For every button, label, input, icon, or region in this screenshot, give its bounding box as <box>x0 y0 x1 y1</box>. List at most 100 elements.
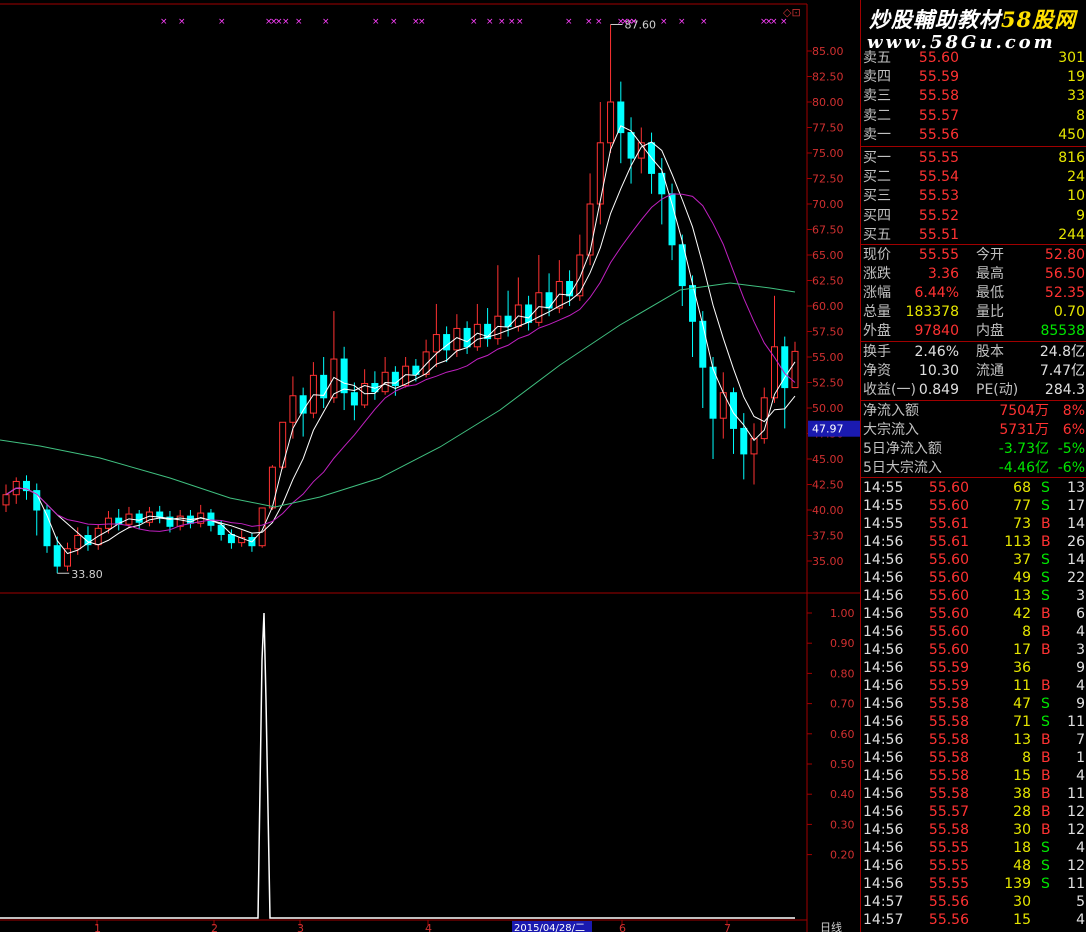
date-label: 2015/04/28/二 <box>514 923 585 932</box>
tick-side: B <box>1041 786 1051 802</box>
tick-time: 14:57 <box>863 912 904 928</box>
date-tick-label: 2 <box>211 922 218 932</box>
tick-row[interactable]: 14:56 55.58 13 B 7 <box>861 731 1086 750</box>
indicator-label: 0.60 <box>830 728 855 741</box>
tick-count: 7 <box>1076 732 1085 748</box>
tick-row[interactable]: 14:55 55.61 73 B 14 <box>861 515 1086 534</box>
tick-row[interactable]: 14:56 55.58 38 B 11 <box>861 785 1086 804</box>
tick-row[interactable]: 14:57 55.56 15 4 <box>861 911 1086 930</box>
flow-row[interactable]: 5日净流入额 -3.73亿 -5% <box>861 440 1086 459</box>
tick-row[interactable]: 14:56 55.57 28 B 12 <box>861 803 1086 822</box>
tick-row[interactable]: 14:56 55.59 36 9 <box>861 659 1086 678</box>
tick-row[interactable]: 14:56 55.60 49 S 22 <box>861 569 1086 588</box>
price-label: 40.00 <box>812 504 844 517</box>
tick-row[interactable]: 14:56 55.60 8 B 4 <box>861 623 1086 642</box>
flow-row[interactable]: 大宗流入 5731万 6% <box>861 421 1086 440</box>
current-price-tag: 47.97 <box>812 423 844 436</box>
candle-body <box>596 142 604 205</box>
tick-row[interactable]: 14:56 55.55 48 S 12 <box>861 857 1086 876</box>
flow-row[interactable]: 净流入额 7504万 8% <box>861 402 1086 421</box>
indicator-label: 0.90 <box>830 637 855 650</box>
tick-time: 14:56 <box>863 858 904 874</box>
tick-row[interactable]: 14:56 55.60 37 S 14 <box>861 551 1086 570</box>
quote-row[interactable]: 现价 55.55 今开 52.80 <box>861 246 1086 265</box>
sell-order-row[interactable]: 卖五 55.60 301 <box>861 49 1086 68</box>
order-volume: 19 <box>1067 69 1085 86</box>
order-price: 55.51 <box>918 226 959 243</box>
signal-mark: × <box>780 17 788 27</box>
tick-volume: 30 <box>1013 894 1031 910</box>
tick-time: 14:56 <box>863 624 904 640</box>
stat-row[interactable]: 收益(一) 0.849 PE(动) 284.3 <box>861 381 1086 400</box>
tick-price: 55.60 <box>928 480 969 496</box>
sell-order-row[interactable]: 卖三 55.58 33 <box>861 87 1086 106</box>
tick-side: S <box>1041 840 1050 856</box>
tick-row[interactable]: 14:56 55.58 30 B 12 <box>861 821 1086 840</box>
tick-row[interactable]: 14:57 55.56 30 5 <box>861 893 1086 912</box>
tick-volume: 42 <box>1013 606 1031 622</box>
price-label: 77.50 <box>812 122 844 135</box>
tick-row[interactable]: 14:56 55.55 139 S 11 <box>861 875 1086 894</box>
tick-price: 55.60 <box>928 552 969 568</box>
tick-price: 55.56 <box>928 912 969 928</box>
tick-row[interactable]: 14:56 55.61 113 B 26 <box>861 533 1086 552</box>
tick-count: 3 <box>1076 642 1085 658</box>
tick-count: 12 <box>1067 822 1085 838</box>
order-label: 买二 <box>863 169 891 186</box>
tick-row[interactable]: 14:56 55.58 15 B 4 <box>861 767 1086 786</box>
tick-time: 14:56 <box>863 822 904 838</box>
quote-row[interactable]: 涨幅 6.44% 最低 52.35 <box>861 284 1086 303</box>
tick-row[interactable]: 14:56 55.60 17 B 3 <box>861 641 1086 660</box>
flow-row[interactable]: 5日大宗流入 -4.46亿 -6% <box>861 459 1086 478</box>
tick-volume: 13 <box>1013 732 1031 748</box>
signal-mark: × <box>486 17 494 27</box>
candle-body <box>53 545 61 567</box>
tick-row[interactable]: 14:56 55.58 71 S 11 <box>861 713 1086 732</box>
sell-order-row[interactable]: 卖二 55.57 8 <box>861 107 1086 126</box>
flow-pct: -6% <box>1057 460 1085 476</box>
buy-order-row[interactable]: 买四 55.52 9 <box>861 207 1086 226</box>
buy-order-row[interactable]: 买三 55.53 10 <box>861 187 1086 206</box>
tick-volume: 36 <box>1013 660 1031 676</box>
kline-chart[interactable]: 85.00 82.50 80.00 77.50 75.00 72.50 70.00 67.50… <box>0 0 860 932</box>
quote-value: 6.44% <box>914 285 959 301</box>
ma5-line <box>5 125 796 555</box>
tick-row[interactable]: 14:56 55.55 18 S 4 <box>861 839 1086 858</box>
stat-row[interactable]: 换手 2.46% 股本 24.8亿 <box>861 343 1086 362</box>
indicator-label: 0.30 <box>830 818 855 831</box>
tick-price: 55.61 <box>928 516 969 532</box>
tick-volume: 77 <box>1013 498 1031 514</box>
ma60-line <box>0 282 796 508</box>
indicator-line <box>0 612 795 919</box>
buy-order-row[interactable]: 买一 55.55 816 <box>861 149 1086 168</box>
candle-body <box>309 374 317 414</box>
tick-row[interactable]: 14:56 55.60 42 B 6 <box>861 605 1086 624</box>
price-label: 37.50 <box>812 530 844 543</box>
ma10-line <box>5 141 796 546</box>
signal-mark: × <box>678 17 686 27</box>
tick-row[interactable]: 14:55 55.60 77 S 17 <box>861 497 1086 516</box>
quote-row[interactable]: 总量 183378 量比 0.70 <box>861 303 1086 322</box>
panel-separator <box>861 146 1086 147</box>
buy-order-row[interactable]: 买二 55.54 24 <box>861 168 1086 187</box>
kline-chart-area[interactable]: 85.00 82.50 80.00 77.50 75.00 72.50 70.00 67.50… <box>0 0 860 932</box>
tick-row[interactable]: 14:56 55.59 11 B 4 <box>861 677 1086 696</box>
sell-order-row[interactable]: 卖四 55.59 19 <box>861 68 1086 87</box>
tick-row[interactable]: 14:56 55.58 47 S 9 <box>861 695 1086 714</box>
watermark-text-a: 炒股輔助教材 <box>869 7 1001 32</box>
tick-row[interactable]: 14:56 55.60 13 S 3 <box>861 587 1086 606</box>
quote-row[interactable]: 外盘 97840 内盘 85538 <box>861 322 1086 341</box>
buy-order-row[interactable]: 买五 55.51 244 <box>861 226 1086 245</box>
tick-row[interactable]: 14:56 55.58 8 B 1 <box>861 749 1086 768</box>
candle-body <box>340 358 348 394</box>
quote-row[interactable]: 涨跌 3.36 最高 56.50 <box>861 265 1086 284</box>
stat-row[interactable]: 净资 10.30 流通 7.47亿 <box>861 362 1086 381</box>
tick-row[interactable]: 14:55 55.60 68 S 13 <box>861 479 1086 498</box>
candle-body <box>207 512 215 526</box>
flow-value: -4.46亿 <box>998 460 1049 476</box>
candle-body <box>740 427 748 455</box>
tick-side: B <box>1041 624 1051 640</box>
stat-value-2: 7.47亿 <box>1039 363 1085 379</box>
price-label: 57.50 <box>812 326 844 339</box>
sell-order-row[interactable]: 卖一 55.56 450 <box>861 126 1086 145</box>
